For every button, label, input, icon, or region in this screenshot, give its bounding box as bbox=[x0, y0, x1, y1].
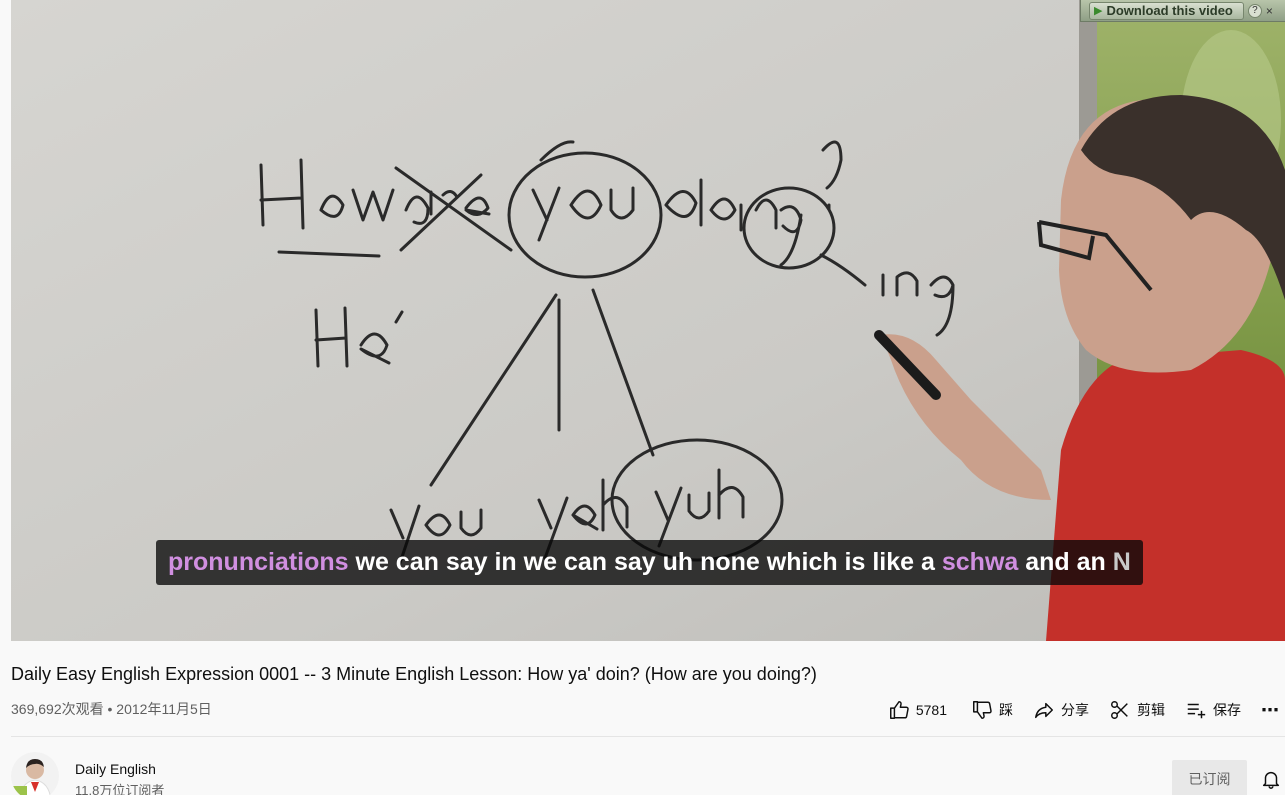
like-count: 5781 bbox=[915, 702, 947, 718]
scissors-icon bbox=[1111, 701, 1128, 719]
channel-name[interactable]: Daily English bbox=[75, 761, 156, 777]
upload-date: 2012年11月5日 bbox=[116, 701, 212, 717]
video-player[interactable]: ▶ Download this video ? × pronunciations… bbox=[11, 0, 1285, 641]
download-video-button[interactable]: ▶ Download this video bbox=[1089, 1, 1244, 20]
more-icon: ⋯ bbox=[1261, 699, 1279, 720]
channel-avatar[interactable] bbox=[11, 752, 59, 795]
caption-segment: and an bbox=[1018, 548, 1113, 576]
save-button[interactable]: 保存 bbox=[1175, 698, 1251, 722]
thumbs-up-icon bbox=[889, 701, 909, 719]
save-label: 保存 bbox=[1213, 702, 1241, 718]
share-label: 分享 bbox=[1061, 702, 1089, 718]
subscribed-button[interactable]: 已订阅 bbox=[1172, 760, 1247, 795]
view-count: 369,692次观看 bbox=[11, 701, 104, 717]
help-icon[interactable]: ? bbox=[1247, 3, 1262, 18]
dislike-label: 踩 bbox=[999, 702, 1013, 718]
share-button[interactable]: 分享 bbox=[1023, 698, 1099, 722]
subtitle-caption: pronunciations we can say in we can say … bbox=[156, 540, 1143, 585]
divider bbox=[11, 736, 1285, 737]
caption-segment: pronunciations bbox=[168, 548, 349, 576]
subscriber-count: 11.8万位订阅者 bbox=[75, 783, 165, 795]
clip-button[interactable]: 剪辑 bbox=[1099, 698, 1175, 722]
bell-icon[interactable] bbox=[1260, 768, 1282, 790]
playlist-add-icon bbox=[1187, 703, 1206, 719]
clip-label: 剪辑 bbox=[1137, 702, 1165, 718]
close-icon[interactable]: × bbox=[1266, 4, 1273, 18]
video-title: Daily Easy English Expression 0001 -- 3 … bbox=[11, 664, 817, 684]
thumbs-down-icon bbox=[973, 701, 992, 719]
caption-segment: schwa bbox=[941, 548, 1019, 576]
like-button[interactable]: 5781 bbox=[878, 698, 961, 722]
meta-separator: • bbox=[107, 701, 113, 717]
video-meta: 369,692次观看 • 2012年11月5日 bbox=[11, 699, 212, 719]
share-icon bbox=[1035, 702, 1053, 719]
download-toolbar: ▶ Download this video ? × bbox=[1080, 0, 1285, 22]
video-actions: 5781 踩 分享 剪辑 保存 ⋯ bbox=[878, 698, 1285, 722]
caption-segment: N bbox=[1112, 548, 1131, 576]
dislike-button[interactable]: 踩 bbox=[961, 698, 1023, 722]
video-watch-page: ▶ Download this video ? × pronunciations… bbox=[0, 0, 1285, 795]
play-icon: ▶ bbox=[1094, 5, 1103, 17]
download-label: Download this video bbox=[1106, 3, 1233, 18]
more-actions-button[interactable]: ⋯ bbox=[1251, 698, 1285, 722]
caption-segment: we can say in we can say uh none which i… bbox=[348, 548, 942, 576]
